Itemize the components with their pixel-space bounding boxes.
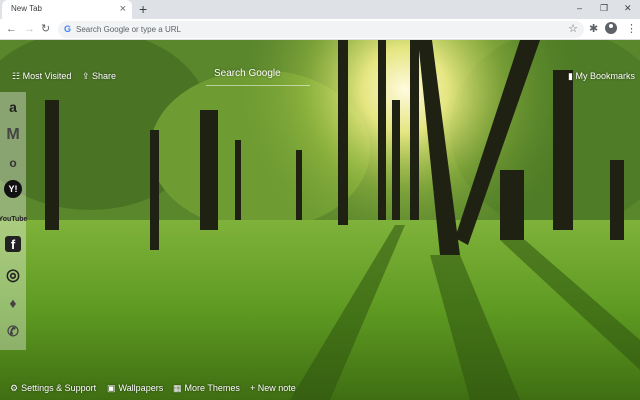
most-visited-link[interactable]: ☷ Most Visited xyxy=(12,71,71,82)
profile-avatar[interactable] xyxy=(605,22,617,34)
bookmarks-link[interactable]: ▮ My Bookmarks xyxy=(568,71,635,82)
grid-icon: ☷ xyxy=(12,71,23,81)
close-window-button[interactable]: ✕ xyxy=(624,1,632,15)
whatsapp-icon[interactable]: ✆ xyxy=(2,320,24,342)
share-icon: ⇪ xyxy=(82,71,93,81)
gmail-icon[interactable]: M xyxy=(2,124,24,146)
menu-icon[interactable]: ⋮ xyxy=(626,22,637,36)
restore-button[interactable]: ❐ xyxy=(600,1,608,15)
browser-toolbar: ← → ↻ G Search Google or type a URL ☆ ✱ … xyxy=(0,19,640,40)
settings-support-link[interactable]: ⚙ Settings & Support xyxy=(10,383,96,394)
more-themes-link[interactable]: ▦ More Themes xyxy=(173,383,240,394)
new-tab-page: ☷ Most Visited ⇪ Share Search Google ▮ M… xyxy=(0,40,640,400)
outlook-icon[interactable]: o xyxy=(2,152,24,174)
new-note-button[interactable]: + New note xyxy=(250,383,296,393)
close-tab-icon[interactable]: × xyxy=(120,2,126,16)
twitter-icon[interactable]: ♦ xyxy=(2,292,24,314)
back-button[interactable]: ← xyxy=(6,22,17,36)
share-button[interactable]: ⇪ Share xyxy=(82,71,116,82)
gear-icon: ⚙ xyxy=(10,383,19,393)
address-placeholder: Search Google or type a URL xyxy=(76,25,181,34)
shortcut-sidebar: a M o Y! YouTube f ◎ ♦ ✆ xyxy=(0,92,27,350)
amazon-icon[interactable]: a xyxy=(2,96,24,118)
address-bar[interactable]: G Search Google or type a URL ☆ xyxy=(58,21,584,38)
facebook-icon[interactable]: f xyxy=(5,236,21,252)
wallpapers-link[interactable]: ▣ Wallpapers xyxy=(107,383,163,394)
forward-button[interactable]: → xyxy=(24,22,35,36)
google-icon: G xyxy=(64,24,72,34)
reload-button[interactable]: ↻ xyxy=(41,22,50,36)
extensions-icon[interactable]: ✱ xyxy=(589,22,598,36)
image-icon: ▣ xyxy=(107,383,116,393)
minimize-button[interactable]: – xyxy=(577,1,582,15)
youtube-icon[interactable]: YouTube xyxy=(0,208,27,230)
instagram-icon[interactable]: ◎ xyxy=(2,264,24,286)
grid-icon: ▦ xyxy=(173,383,182,393)
bookmark-star-icon[interactable]: ☆ xyxy=(568,22,578,36)
tab-strip: New Tab × + – ❐ ✕ xyxy=(0,0,640,19)
yahoo-icon[interactable]: Y! xyxy=(4,180,22,198)
tab-title: New Tab xyxy=(11,4,42,13)
tab-new-tab[interactable]: New Tab × xyxy=(2,0,132,19)
forest-wallpaper xyxy=(0,40,640,400)
google-search-box[interactable]: Search Google xyxy=(206,66,310,86)
search-placeholder: Search Google xyxy=(214,68,281,79)
new-tab-button[interactable]: + xyxy=(139,1,147,17)
